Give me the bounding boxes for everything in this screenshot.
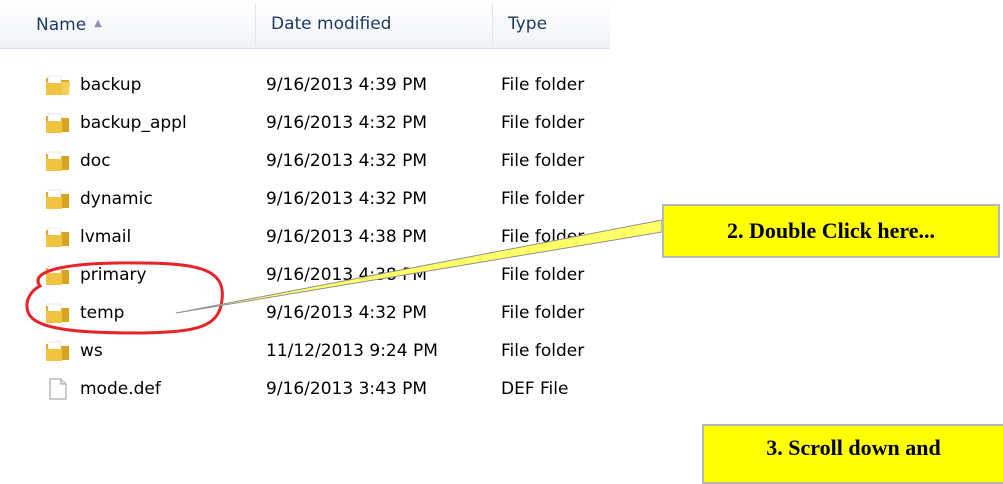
file-name: dynamic — [80, 189, 153, 209]
column-header-type[interactable]: Type — [494, 0, 610, 48]
file-name: primary — [80, 265, 147, 285]
folder-icon — [46, 265, 69, 285]
file-date-modified: 9/16/2013 4:39 PM — [266, 75, 428, 95]
file-type: File folder — [501, 303, 585, 323]
file-name: ws — [80, 341, 103, 361]
file-name: lvmail — [80, 227, 132, 247]
folder-icon — [46, 189, 69, 209]
column-header-name[interactable]: Name ▲ — [22, 0, 255, 48]
file-date-modified: 9/16/2013 4:32 PM — [266, 303, 428, 323]
file-type: File folder — [501, 75, 585, 95]
callout-step-2-text: 2. Double Click here... — [727, 218, 935, 243]
file-type: File folder — [501, 113, 585, 133]
folder-icon — [46, 341, 69, 361]
file-type: File folder — [501, 227, 585, 247]
file-row-backup[interactable]: backup 9/16/2013 4:39 PM File folder — [0, 66, 610, 104]
folder-icon — [46, 303, 69, 323]
file-type: DEF File — [501, 379, 569, 399]
column-divider[interactable] — [492, 4, 493, 46]
column-header-name-label: Name — [36, 15, 87, 35]
file-row-ws[interactable]: ws 11/12/2013 9:24 PM File folder — [0, 332, 610, 370]
file-date-modified: 11/12/2013 9:24 PM — [266, 341, 438, 361]
file-name: backup_appl — [80, 113, 187, 133]
callout-step-3: 3. Scroll down and — [702, 424, 1003, 484]
file-date-modified: 9/16/2013 4:32 PM — [266, 113, 428, 133]
file-name: doc — [80, 151, 111, 171]
file-row-backup-appl[interactable]: backup_appl 9/16/2013 4:32 PM File folde… — [0, 104, 610, 142]
file-name: mode.def — [80, 379, 161, 399]
file-type: File folder — [501, 341, 585, 361]
file-row-primary[interactable]: primary 9/16/2013 4:38 PM File folder — [0, 256, 610, 294]
file-type: File folder — [501, 265, 585, 285]
file-type: File folder — [501, 189, 585, 209]
folder-icon — [46, 151, 69, 171]
callout-step-2: 2. Double Click here... — [662, 204, 1000, 258]
file-row-mode-def[interactable]: mode.def 9/16/2013 3:43 PM DEF File — [0, 370, 610, 408]
column-header-date-label: Date modified — [271, 14, 392, 34]
column-header-date-modified[interactable]: Date modified — [257, 0, 492, 48]
file-row-lvmail[interactable]: lvmail 9/16/2013 4:38 PM File folder — [0, 218, 610, 256]
file-date-modified: 9/16/2013 4:32 PM — [266, 151, 428, 171]
file-date-modified: 9/16/2013 3:43 PM — [266, 379, 428, 399]
callout-step-3-text: 3. Scroll down and — [766, 435, 941, 460]
file-name: backup — [80, 75, 142, 95]
column-header-type-label: Type — [508, 14, 548, 34]
file-date-modified: 9/16/2013 4:38 PM — [266, 265, 428, 285]
column-header-bar: Name ▲ Date modified Type — [0, 0, 610, 49]
column-divider[interactable] — [255, 4, 256, 46]
file-explorer: Name ▲ Date modified Type backup 9/16/201… — [0, 0, 610, 466]
file-row-temp[interactable]: temp 9/16/2013 4:32 PM File folder — [0, 294, 610, 332]
folder-icon — [46, 113, 69, 133]
file-icon — [49, 378, 67, 400]
sort-ascending-icon: ▲ — [94, 18, 102, 29]
file-name: temp — [80, 303, 125, 323]
file-type: File folder — [501, 151, 585, 171]
file-date-modified: 9/16/2013 4:38 PM — [266, 227, 428, 247]
folder-icon — [46, 227, 69, 247]
file-row-doc[interactable]: doc 9/16/2013 4:32 PM File folder — [0, 142, 610, 180]
folder-icon — [46, 75, 70, 95]
file-date-modified: 9/16/2013 4:32 PM — [266, 189, 428, 209]
file-row-dynamic[interactable]: dynamic 9/16/2013 4:32 PM File folder — [0, 180, 610, 218]
